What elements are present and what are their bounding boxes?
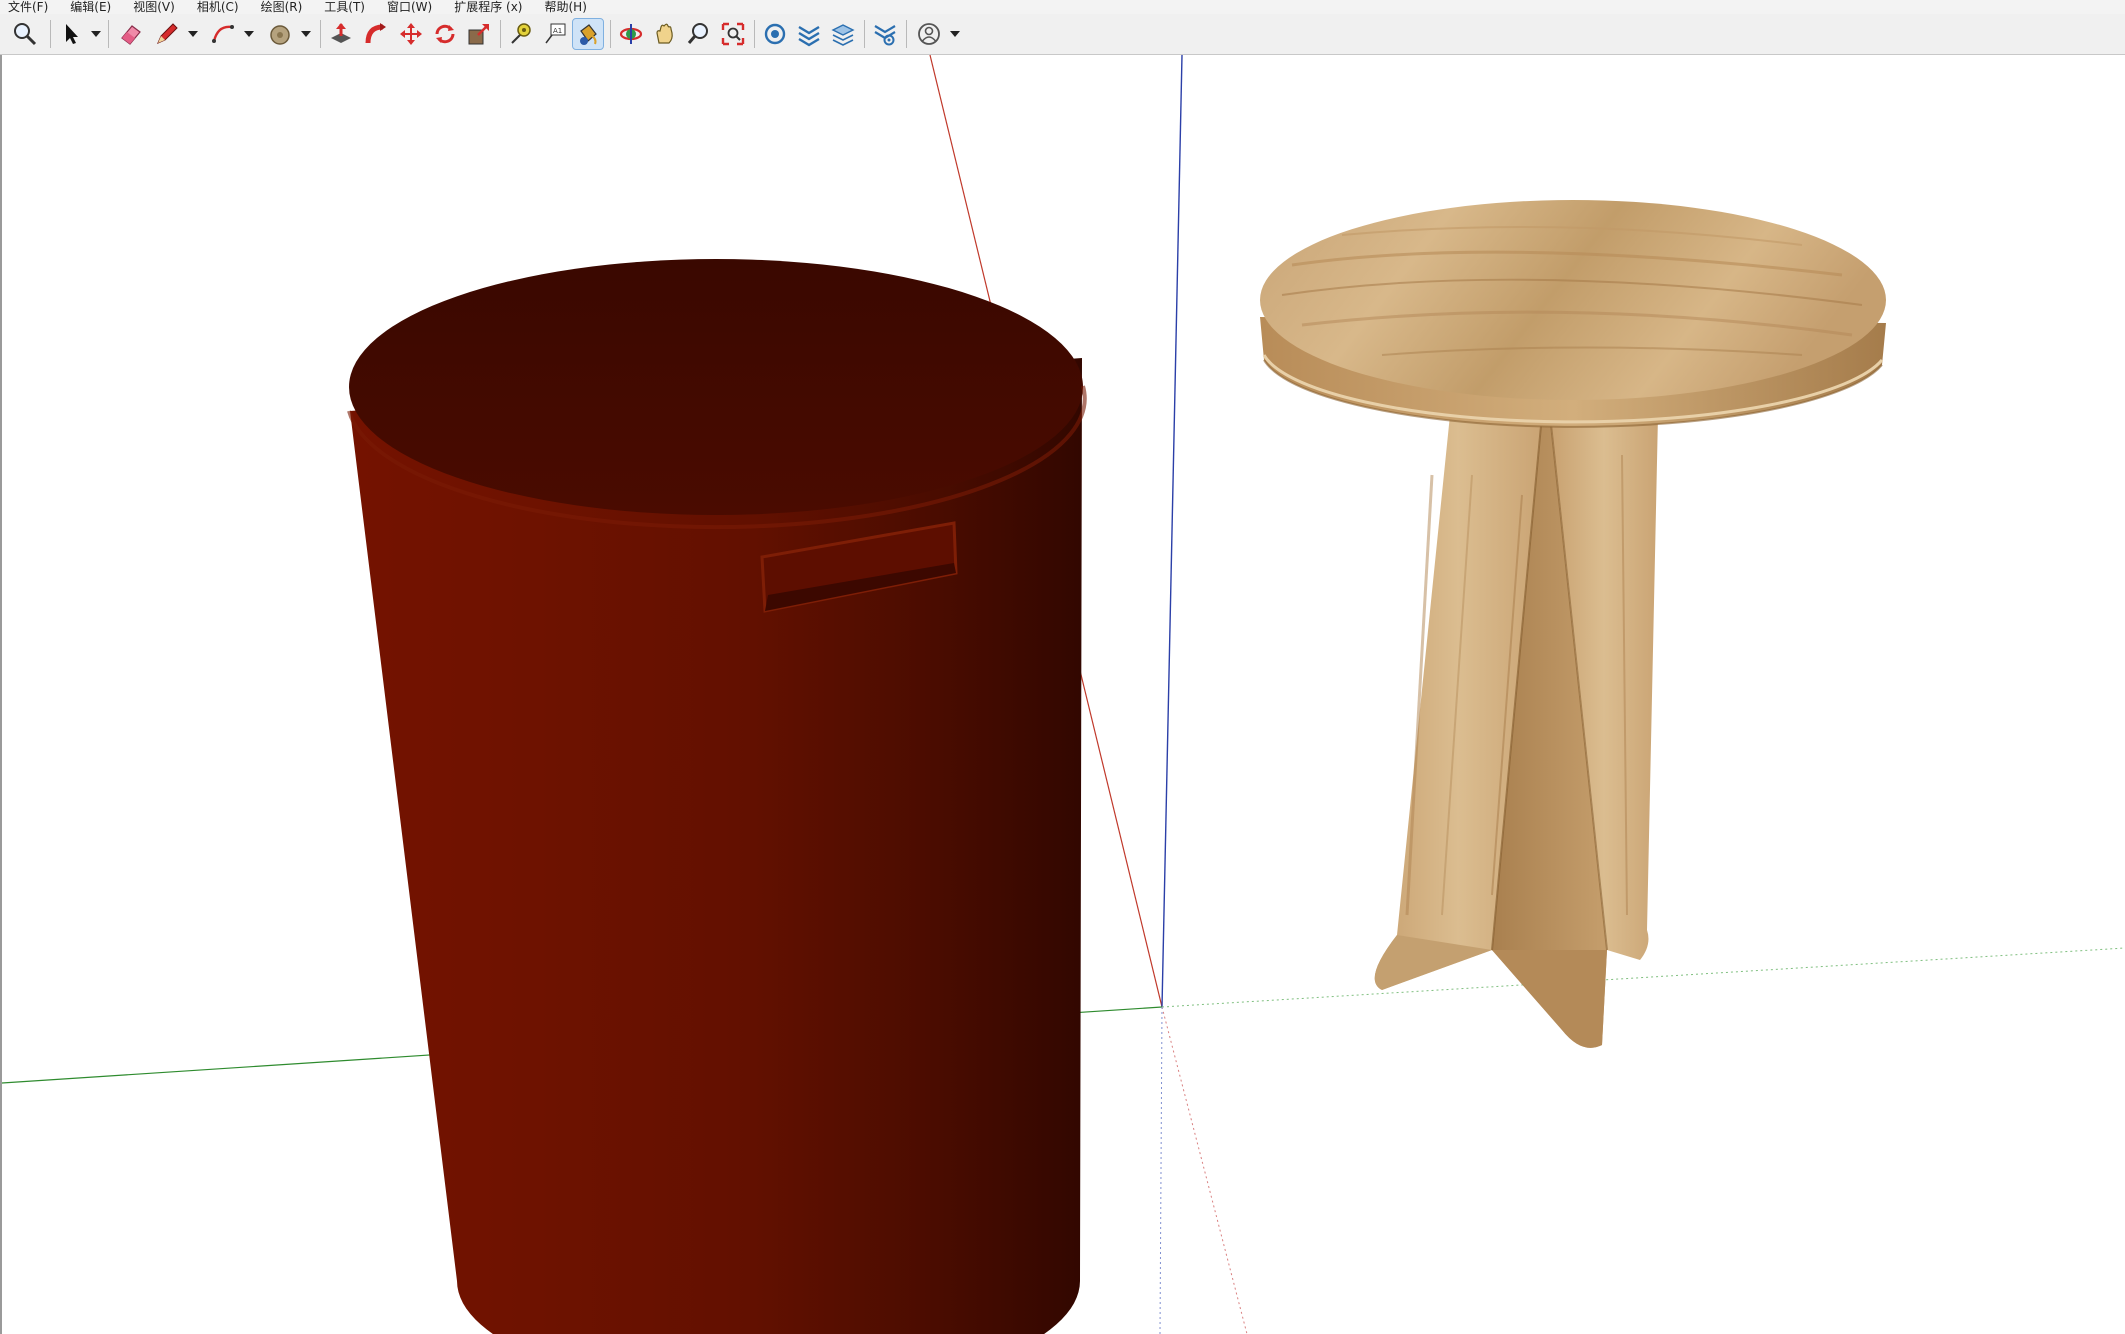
- wooden-pedestal-stool[interactable]: [1260, 200, 1886, 1048]
- menu-tools[interactable]: 工具(T): [324, 0, 365, 14]
- scale-icon[interactable]: [464, 19, 494, 49]
- warehouse-icon[interactable]: [760, 19, 790, 49]
- menu-view[interactable]: 视图(V): [133, 0, 175, 14]
- menu-camera[interactable]: 相机(C): [197, 0, 239, 14]
- green-axis-dotted: [1161, 947, 2125, 1008]
- stool-seat: [1260, 200, 1886, 428]
- extension-manager-icon[interactable]: [870, 19, 900, 49]
- scene-canvas[interactable]: [2, 55, 2125, 1334]
- pan-hand-icon[interactable]: [650, 19, 680, 49]
- chevron-down-icon[interactable]: [301, 31, 311, 37]
- menu-extensions[interactable]: 扩展程序 (x): [454, 0, 522, 14]
- blue-axis-dotted: [1159, 1006, 1163, 1334]
- text-label-icon[interactable]: A1: [540, 19, 570, 49]
- cylinder-top: [349, 259, 1083, 515]
- red-axis-dotted: [1161, 1006, 1248, 1334]
- menu-file[interactable]: 文件(F): [8, 0, 48, 14]
- orbit-icon[interactable]: [616, 19, 646, 49]
- chevron-down-icon[interactable]: [188, 31, 198, 37]
- tape-measure-icon[interactable]: [506, 19, 536, 49]
- stool-legs: [1374, 414, 1658, 1048]
- toolbar-separator: [864, 20, 865, 48]
- modeling-viewport[interactable]: [0, 55, 2125, 1334]
- blue-axis: [1161, 55, 1183, 1008]
- pencil-line-icon[interactable]: [152, 19, 182, 49]
- menu-draw[interactable]: 绘图(R): [261, 0, 303, 14]
- seat-top: [1260, 200, 1886, 400]
- rotate-icon[interactable]: [430, 19, 460, 49]
- zoom-extents-icon[interactable]: [718, 19, 748, 49]
- toolbar-separator: [906, 20, 907, 48]
- zoom-tool-icon[interactable]: [684, 19, 714, 49]
- svg-text:A1: A1: [553, 27, 562, 35]
- circle-shape-icon[interactable]: [265, 19, 295, 49]
- menu-edit[interactable]: 编辑(E): [70, 0, 111, 14]
- toolbar-separator: [50, 20, 51, 48]
- toolbar-separator: [610, 20, 611, 48]
- red-cylinder-stool[interactable]: [347, 259, 1087, 1334]
- toolbar-separator: [754, 20, 755, 48]
- extension-icon[interactable]: [794, 19, 824, 49]
- chevron-down-icon[interactable]: [950, 31, 960, 37]
- chevron-down-icon[interactable]: [244, 31, 254, 37]
- paint-bucket-icon[interactable]: [572, 18, 604, 50]
- follow-me-icon[interactable]: [361, 19, 391, 49]
- arc-icon[interactable]: [208, 19, 238, 49]
- account-icon[interactable]: [914, 19, 944, 49]
- menu-bar: 文件(F) 编辑(E) 视图(V) 相机(C) 绘图(R) 工具(T) 窗口(W…: [0, 0, 2125, 14]
- menu-window[interactable]: 窗口(W): [387, 0, 432, 14]
- chevron-down-icon[interactable]: [91, 31, 101, 37]
- select-arrow-icon[interactable]: [56, 19, 86, 49]
- toolbar-separator: [320, 20, 321, 48]
- toolbar-separator: [108, 20, 109, 48]
- menu-help[interactable]: 帮助(H): [544, 0, 586, 14]
- push-pull-icon[interactable]: [326, 19, 356, 49]
- toolbar-separator: [500, 20, 501, 48]
- layers-icon[interactable]: [828, 19, 858, 49]
- eraser-icon[interactable]: [116, 19, 146, 49]
- move-icon[interactable]: [396, 19, 426, 49]
- main-toolbar: A1: [0, 14, 2125, 55]
- zoom-icon[interactable]: [10, 19, 40, 49]
